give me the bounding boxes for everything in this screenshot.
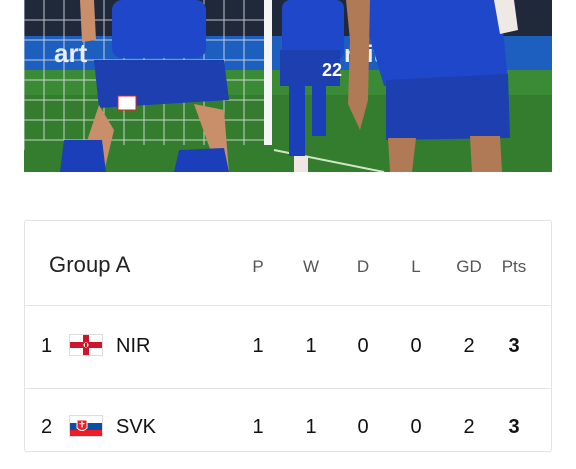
team-rank: 1 bbox=[41, 335, 53, 357]
points-value: 3 bbox=[508, 335, 520, 357]
drawn-value: 0 bbox=[357, 335, 369, 357]
lost-value: 0 bbox=[410, 416, 422, 438]
table-row[interactable]: 2 SVK 1 1 0 0 2 3 bbox=[25, 387, 551, 469]
drawn-value: 0 bbox=[357, 416, 369, 438]
northern-ireland-flag-icon bbox=[69, 334, 103, 356]
standings-table: Group A P W D L GD Pts 1 NIR 1 1 0 0 2 3… bbox=[24, 220, 552, 452]
slovakia-flag-icon bbox=[69, 415, 103, 437]
won-value: 1 bbox=[305, 335, 317, 357]
column-header-won: W bbox=[302, 257, 320, 276]
goal-diff-value: 2 bbox=[463, 416, 475, 438]
standings-header-row: Group A P W D L GD Pts bbox=[25, 221, 551, 306]
column-header-played: P bbox=[252, 257, 264, 276]
column-header-goal-diff: GD bbox=[456, 257, 482, 276]
goal-diff-value: 2 bbox=[463, 335, 475, 357]
won-value: 1 bbox=[305, 416, 317, 438]
lost-value: 0 bbox=[410, 335, 422, 357]
player-number: 22 bbox=[322, 60, 342, 80]
column-header-lost: L bbox=[411, 257, 421, 276]
team-name: SVK bbox=[116, 416, 157, 438]
points-value: 3 bbox=[508, 416, 520, 438]
team-rank: 2 bbox=[41, 416, 53, 438]
table-row[interactable]: 1 NIR 1 1 0 0 2 3 bbox=[25, 306, 551, 389]
group-title: Group A bbox=[49, 252, 131, 277]
column-header-drawn: D bbox=[356, 257, 370, 276]
team-name: NIR bbox=[116, 335, 151, 357]
ad-board-text: art bbox=[54, 38, 88, 68]
played-value: 1 bbox=[252, 416, 264, 438]
column-header-points: Pts bbox=[501, 257, 527, 276]
match-photo: art rait bbox=[24, 0, 552, 172]
played-value: 1 bbox=[252, 335, 264, 357]
